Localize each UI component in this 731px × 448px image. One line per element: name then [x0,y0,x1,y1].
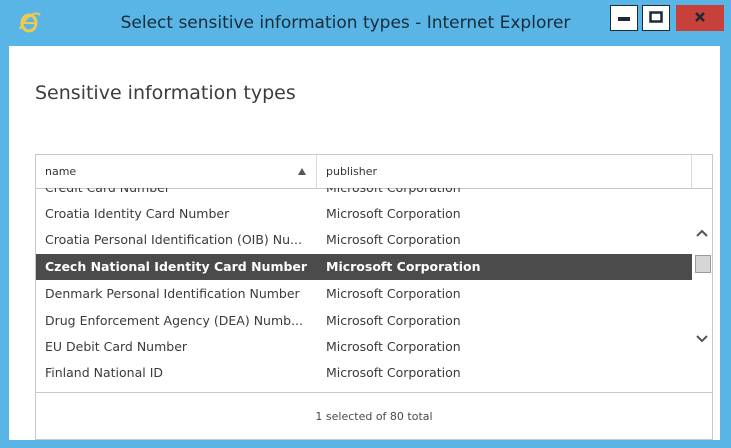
title-bar[interactable]: Select sensitive information types - Int… [0,0,731,46]
cell-publisher: Microsoft Corporation [326,206,461,221]
table-row-selected[interactable]: Czech National Identity Card Number Micr… [36,254,692,280]
page-title: Sensitive information types [35,82,296,104]
table-body: Credit Card Number Microsoft Corporation… [36,188,692,392]
cell-publisher: Microsoft Corporation [326,365,461,380]
cell-name: Czech National Identity Card Number [45,259,308,274]
cell-publisher: Microsoft Corporation [326,232,461,247]
table-row[interactable]: Croatia Identity Card Number Microsoft C… [36,201,692,227]
selection-count: 1 selected of 80 total [36,392,712,440]
cell-publisher: Microsoft Corporation [326,286,461,301]
maximize-button[interactable] [642,5,670,31]
column-header-publisher[interactable]: publisher [317,155,692,188]
column-header-publisher-label: publisher [326,165,378,178]
cell-name: EU Debit Card Number [45,339,188,354]
info-types-table: name publisher Credit Card Number Micros… [35,154,713,440]
table-row[interactable]: EU Debit Card Number Microsoft Corporati… [36,334,692,360]
table-row[interactable]: Denmark Personal Identification Number M… [36,281,692,307]
table-row[interactable]: Credit Card Number Microsoft Corporation [36,188,692,201]
browser-window: Select sensitive information types - Int… [0,0,731,448]
table-row[interactable]: Drug Enforcement Agency (DEA) Numb... Mi… [36,308,692,334]
table-row[interactable]: Finland National ID Microsoft Corporatio… [36,360,692,386]
minimize-icon [618,17,630,21]
table-header: name publisher [36,155,712,189]
scroll-down-button[interactable] [694,331,710,347]
sort-ascending-icon [298,168,306,175]
column-header-name[interactable]: name [36,155,317,188]
cell-publisher: Microsoft Corporation [326,188,626,201]
cell-name: Croatia Personal Identification (OIB) Nu… [45,232,302,247]
column-header-name-label: name [45,165,77,178]
cell-publisher: Microsoft Corporation [326,313,461,328]
close-button[interactable] [676,5,724,31]
chevron-up-icon [696,229,708,237]
cell-name: Denmark Personal Identification Number [45,286,300,301]
cell-publisher: Microsoft Corporation [326,339,461,354]
scroll-up-button[interactable] [694,225,710,241]
cell-publisher: Microsoft Corporation [326,259,481,274]
minimize-button[interactable] [610,5,638,31]
close-icon [695,12,705,22]
scrollbar-thumb[interactable] [695,255,711,273]
maximize-icon [649,11,663,23]
cell-name: Credit Card Number [45,188,311,201]
cell-name: Croatia Identity Card Number [45,206,230,221]
chevron-down-icon [696,335,708,343]
cell-name: Drug Enforcement Agency (DEA) Numb... [45,313,304,328]
table-row[interactable]: Croatia Personal Identification (OIB) Nu… [36,227,692,253]
cell-name: Finland National ID [45,365,164,380]
dialog-content: Sensitive information types name publish… [9,46,720,440]
